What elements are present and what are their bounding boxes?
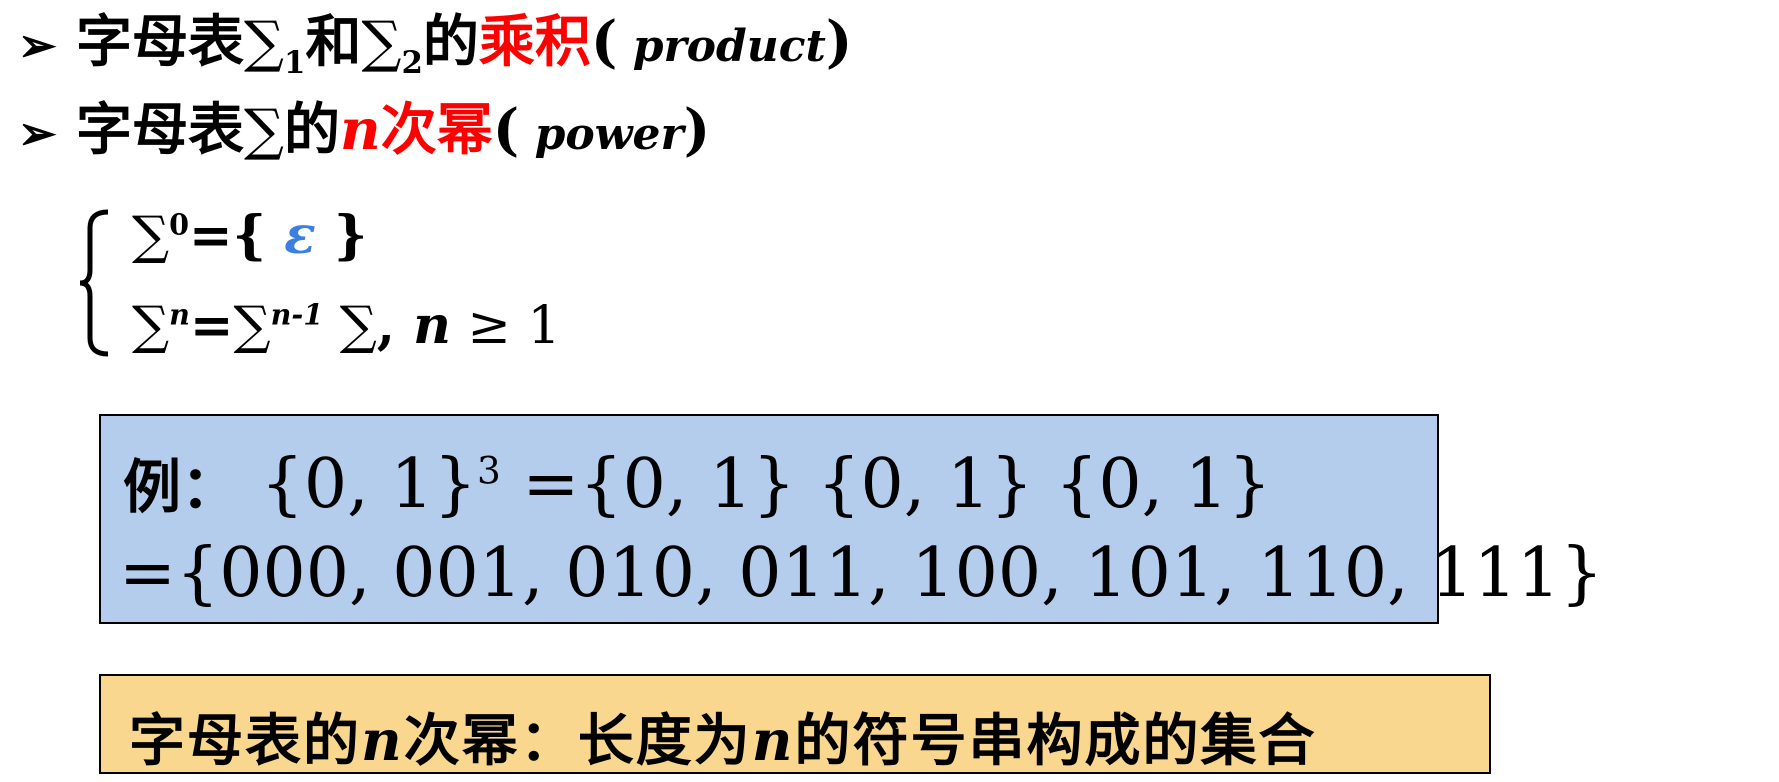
comma: , [376, 295, 414, 356]
sigma-symbol-2: ∑ [233, 296, 271, 356]
arrow-bullet-icon: ➢ [18, 18, 57, 72]
bullet-product: ➢ 字母表∑1和∑2的乘积( product) [18, 14, 852, 79]
definition-base-case: ∑0={ ε } [132, 207, 367, 263]
subscript-1: 1 [284, 45, 306, 82]
superscript-n: n [169, 297, 190, 332]
sigma-symbol: ∑ [244, 10, 285, 75]
n-variable: n [361, 708, 404, 774]
example-line-1: 例： {0, 1}3 ={0, 1} {0, 1} {0, 1} [123, 440, 1271, 524]
paren-open: ( [590, 9, 618, 75]
example-rhs: ={0, 1} {0, 1} {0, 1} [500, 445, 1272, 524]
n-variable: n [413, 295, 451, 356]
example-line-2: ={000, 001, 010, 011, 100, 101, 110, 111… [119, 534, 1604, 613]
alphabet-label: 字母表 [76, 97, 245, 163]
summary-box: 字母表的n次幂：长度为n的符号串构成的集合 [99, 674, 1491, 774]
superscript-n-minus-1: n-1 [270, 297, 324, 332]
epsilon-symbol: ε [284, 205, 316, 266]
and-text: 和 [305, 9, 362, 75]
left-brace-icon [79, 209, 109, 357]
sigma-symbol: ∑ [132, 206, 170, 266]
sigma-symbol-3: ∑ [323, 296, 377, 356]
example-box: 例： {0, 1}3 ={0, 1} {0, 1} {0, 1} ={000, … [99, 414, 1603, 624]
paren-open: ( [492, 97, 520, 163]
alphabet-label: 字母表 [76, 9, 245, 75]
equals-sign: = [189, 205, 233, 266]
power-english: power [519, 109, 684, 160]
sigma-symbol: ∑ [132, 296, 170, 356]
example-label: 例： [123, 453, 240, 521]
sigma-symbol-2: ∑ [361, 10, 402, 75]
paren-close: ) [825, 9, 853, 75]
n-variable: n [340, 97, 381, 163]
product-english: product [617, 21, 826, 72]
arrow-bullet-icon: ➢ [18, 106, 57, 160]
summary-part-3: 的符号串构成的集合 [794, 708, 1317, 774]
power-term: 次幂 [380, 97, 493, 163]
sigma-symbol: ∑ [244, 98, 285, 163]
brace-open: { [232, 205, 285, 266]
product-term: 乘积 [478, 9, 591, 75]
definition-recursive-case: ∑n=∑n-1 ∑, n ≥ 1 [132, 297, 561, 353]
summary-part-1: 字母表的 [129, 708, 361, 774]
subscript-2: 2 [401, 45, 423, 82]
paren-close: ) [683, 97, 711, 163]
of-text: 的 [422, 9, 479, 75]
equals-sign: = [189, 295, 234, 356]
n-variable-2: n [751, 708, 795, 774]
bullet-power: ➢ 字母表∑的n次幂( power) [18, 102, 710, 159]
superscript-zero: 0 [169, 207, 190, 242]
example-exponent: 3 [476, 448, 501, 493]
geq-one: ≥ 1 [450, 296, 561, 356]
summary-text: 字母表的n次幂：长度为n的符号串构成的集合 [129, 696, 1316, 777]
of-text: 的 [284, 97, 341, 163]
summary-part-2: 次幂：长度为 [403, 708, 752, 774]
example-lhs: {0, 1} [260, 445, 477, 524]
brace-close: } [315, 205, 368, 266]
